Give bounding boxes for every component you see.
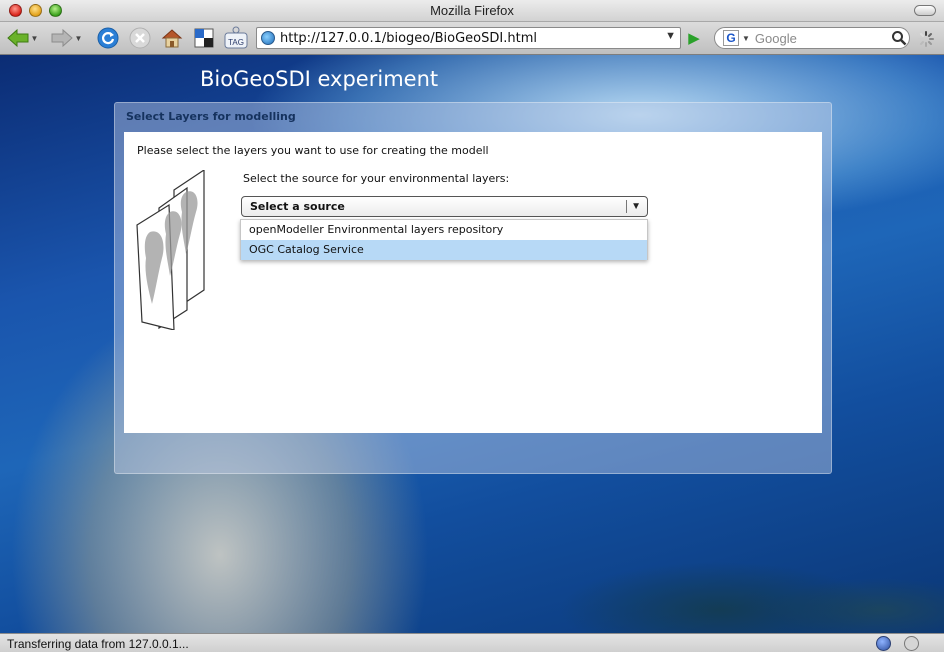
stop-icon: [129, 27, 151, 49]
forward-history-caret-icon[interactable]: ▼: [75, 34, 83, 43]
spinner-icon: [918, 31, 934, 47]
status-addon-icon[interactable]: [876, 636, 891, 651]
url-dropdown-arrow-icon[interactable]: ▼: [665, 30, 676, 42]
stop-button[interactable]: [128, 26, 152, 50]
page-content: BioGeoSDI experiment Select Layers for m…: [0, 55, 944, 633]
window-titlebar: Mozilla Firefox: [0, 0, 944, 22]
search-button[interactable]: [889, 30, 909, 46]
panel-title: Select Layers for modelling: [126, 110, 296, 123]
go-arrow-icon: ▶: [688, 30, 700, 47]
dropdown-option-openmodeller[interactable]: openModeller Environmental layers reposi…: [241, 220, 647, 240]
page-title: BioGeoSDI experiment: [200, 67, 439, 91]
stacked-layers-map-image: [136, 170, 205, 330]
source-label: Select the source for your environmental…: [243, 172, 510, 185]
search-engine-caret-icon[interactable]: ▼: [742, 34, 750, 43]
back-button[interactable]: ▼: [4, 26, 40, 50]
reload-button[interactable]: [96, 26, 120, 50]
go-button[interactable]: ▶: [684, 26, 704, 50]
forward-arrow-icon: [51, 28, 73, 48]
url-text[interactable]: http://127.0.0.1/biogeo/BioGeoSDI.html: [280, 31, 537, 46]
source-select-value: Select a source: [250, 200, 345, 213]
status-text: Transferring data from 127.0.0.1...: [7, 637, 189, 651]
status-bar: Transferring data from 127.0.0.1...: [0, 633, 944, 652]
tag-button[interactable]: TAG: [224, 26, 248, 50]
globe-icon: [261, 31, 275, 45]
home-icon: [161, 29, 183, 48]
url-bar[interactable]: http://127.0.0.1/biogeo/BioGeoSDI.html ▼: [256, 27, 681, 49]
panel-body: Please select the layers you want to use…: [124, 132, 822, 433]
tag-icon: TAG: [224, 26, 248, 49]
search-engine-icon[interactable]: G: [723, 30, 739, 46]
search-input[interactable]: Google: [755, 31, 889, 46]
home-button[interactable]: [160, 26, 184, 50]
combo-divider: [626, 200, 627, 213]
search-bar[interactable]: G ▼ Google: [714, 27, 910, 49]
status-security-icon[interactable]: [904, 636, 919, 651]
bookmark-button[interactable]: [192, 26, 216, 50]
toolbar-toggle-button[interactable]: [914, 5, 936, 16]
source-dropdown-list: openModeller Environmental layers reposi…: [240, 219, 648, 260]
bookmark-icon: [194, 28, 214, 48]
layers-panel: Select Layers for modelling Please selec…: [114, 102, 832, 474]
forward-button[interactable]: ▼: [48, 26, 84, 50]
dropdown-option-ogc-catalog[interactable]: OGC Catalog Service: [241, 240, 647, 260]
reload-icon: [97, 27, 119, 49]
back-arrow-icon: [6, 28, 29, 48]
search-icon: [892, 31, 907, 46]
window-title: Mozilla Firefox: [430, 3, 514, 18]
source-select[interactable]: Select a source ▼: [241, 196, 648, 217]
navigation-toolbar: ▼ ▼ TAG http://127.0.0.1/biogeo/BioGeoSD…: [0, 22, 944, 55]
tag-label: TAG: [228, 38, 244, 47]
back-history-caret-icon[interactable]: ▼: [31, 34, 39, 43]
chevron-down-icon[interactable]: ▼: [631, 201, 641, 212]
intro-text: Please select the layers you want to use…: [137, 144, 489, 157]
